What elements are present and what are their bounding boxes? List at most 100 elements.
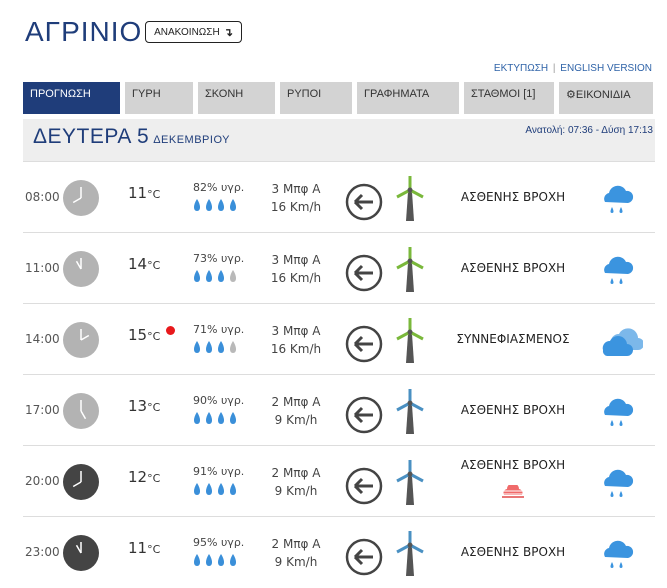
humidity-label: 95% υγρ. [193, 536, 245, 549]
link-separator: | [552, 63, 556, 74]
wind-turbine-icon [396, 389, 424, 434]
wind-beaufort: 2 Μπφ Α [271, 395, 321, 409]
humidity-drops [191, 481, 251, 497]
drop-icon [194, 483, 236, 495]
weather-condition [599, 464, 635, 508]
wind-turbine [395, 389, 425, 439]
tab-dust[interactable]: ΣΚΟΝΗ [198, 82, 275, 114]
temperature: 11°C [128, 184, 160, 202]
wind-info: 2 Μπφ Α 9 Km/h [255, 535, 337, 571]
humidity-drops [191, 410, 251, 426]
tab-stations[interactable]: ΣΤΑΘΜΟΙ [1] [464, 82, 554, 114]
time-label: 17:00 [25, 403, 60, 417]
temperature: 13°C [128, 397, 160, 415]
temperature-value: 11 [128, 539, 148, 557]
wind-turbine [395, 460, 425, 510]
print-link[interactable]: ΕΚΤΥΠΩΣΗ [494, 63, 548, 74]
drop-icon [194, 554, 236, 566]
humidity-label: 82% υγρ. [193, 181, 245, 194]
tab-label: ΓΡΑΦΗΜΑΤΑ [364, 88, 430, 100]
temperature: 15°C [128, 326, 160, 344]
weather-condition [599, 322, 644, 362]
humidity-label: 73% υγρ. [193, 252, 245, 265]
humidity-label: 71% υγρ. [193, 323, 245, 336]
clock-icon [63, 180, 99, 216]
time-label: 23:00 [25, 545, 60, 559]
temperature-unit: °C [147, 259, 161, 272]
rain-icon [604, 256, 634, 284]
condition-label: ΑΣΘΕΝΗΣ ΒΡΟΧΗ [460, 403, 566, 417]
condition-label: ΣΥΝΝΕΦΙΑΣΜΕΝΟΣ [456, 332, 570, 346]
wind-turbine-icon [396, 247, 424, 292]
drop-icon [194, 341, 236, 353]
tab-charts[interactable]: ΓΡΑΦΗΜΑΤΑ [357, 82, 459, 114]
arrow-left-icon [345, 325, 383, 363]
temperature-unit: °C [147, 401, 161, 414]
forecast-row: 23:00 11°C 95% υγρ. 2 Μπφ Α 9 Km/h ΑΣΘΕΝΗΣ ΒΡ… [23, 516, 655, 588]
tab-label: ΠΡΟΓΝΩΣΗ [30, 88, 91, 100]
tab-label: ΓΥΡΗ [132, 88, 161, 100]
forecast-row: 11:00 14°C 73% υγρ. 3 Μπφ Α 16 Km/h ΑΣΘΕΝΗΣ Β… [23, 232, 655, 304]
temperature-value: 14 [128, 255, 148, 273]
time-label: 20:00 [25, 474, 60, 488]
wind-turbine [395, 176, 425, 226]
wind-direction [344, 466, 384, 510]
drop-icon [194, 412, 236, 424]
wind-beaufort: 3 Μπφ Α [271, 253, 321, 267]
tab-bar: ΠΡΟΓΝΩΣΗ ΓΥΡΗ ΣΚΟΝΗ ΡΥΠΟΙ ΓΡΑΦΗΜΑΤΑ ΣΤΑΘ… [23, 82, 653, 114]
humidity-drops [191, 197, 251, 213]
temperature-value: 15 [128, 326, 148, 344]
tab-forecast[interactable]: ΠΡΟΓΝΩΣΗ [23, 82, 120, 114]
clock-face [63, 251, 99, 287]
city-title: ΑΓΡΙΝΙΟ [25, 16, 143, 47]
wind-direction [344, 537, 384, 581]
announcement-button[interactable]: ΑΝΑΚΟΙΝΩΣΗ ↴ [145, 21, 242, 43]
wind-direction [344, 324, 384, 368]
tab-label: ΣΚΟΝΗ [205, 88, 244, 100]
humidity-label: 91% υγρ. [193, 465, 245, 478]
wind-speed: 9 Km/h [274, 555, 318, 569]
fog-warning [500, 483, 526, 503]
humidity-drops [191, 552, 251, 568]
wind-beaufort: 2 Μπφ Α [271, 537, 321, 551]
wind-speed: 16 Km/h [270, 271, 322, 285]
clock-icon [63, 251, 99, 287]
arrow-left-icon [345, 538, 383, 576]
temperature-unit: °C [147, 188, 161, 201]
time-label: 14:00 [25, 332, 60, 346]
arrow-left-icon [345, 183, 383, 221]
clock-icon [63, 322, 99, 358]
rain-icon [604, 469, 634, 497]
wind-turbine-icon [396, 460, 424, 505]
wind-turbine-icon [396, 176, 424, 221]
wind-turbine [395, 247, 425, 297]
temperature-value: 13 [128, 397, 148, 415]
tab-label: ΡΥΠΟΙ [287, 88, 322, 100]
weather-condition [599, 393, 635, 437]
weather-condition [599, 180, 635, 224]
weather-condition [599, 251, 635, 295]
tab-pollutants[interactable]: ΡΥΠΟΙ [280, 82, 352, 114]
wind-turbine-icon [396, 531, 424, 576]
condition-label: ΑΣΘΕΝΗΣ ΒΡΟΧΗ [460, 545, 566, 559]
temperature-value: 12 [128, 468, 148, 486]
current-hour-indicator [166, 326, 175, 335]
wind-speed: 9 Km/h [274, 413, 318, 427]
tab-label: ΣΤΑΘΜΟΙ [1] [471, 88, 536, 100]
humidity-drops [191, 339, 251, 355]
clock-face [63, 180, 99, 216]
wind-direction [344, 253, 384, 297]
temperature-unit: °C [147, 543, 161, 556]
wind-direction [344, 182, 384, 226]
tab-pollen[interactable]: ΓΥΡΗ [125, 82, 193, 114]
arrow-left-icon [345, 467, 383, 505]
drop-icon [194, 199, 236, 211]
temperature: 12°C [128, 468, 160, 486]
time-label: 11:00 [25, 261, 60, 275]
arrow-down-icon: ↴ [223, 26, 233, 39]
tab-icons[interactable]: ⚙ΕΙΚΟΝΙΔΙΑ [559, 82, 653, 114]
english-version-link[interactable]: ENGLISH VERSION [560, 63, 652, 74]
arrow-left-icon [345, 396, 383, 434]
rain-icon [604, 398, 634, 426]
rain-icon [604, 540, 634, 568]
